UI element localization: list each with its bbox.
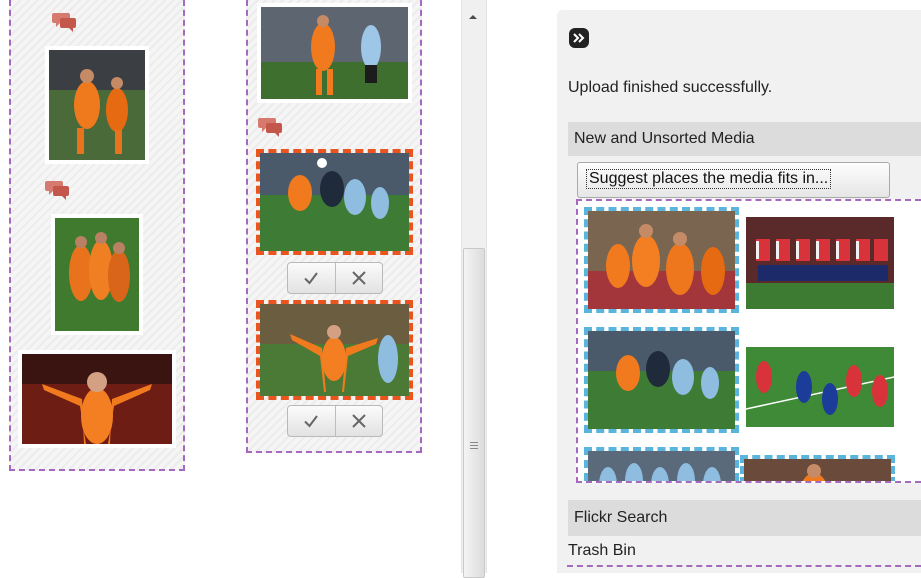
suggest-button-label: Suggest places the media fits in... (586, 169, 832, 189)
selected-media-thumbnail[interactable] (584, 447, 739, 481)
grip-lines-icon (470, 442, 478, 449)
section-title: Flickr Search (574, 509, 668, 526)
selected-media-thumbnail[interactable] (584, 327, 739, 433)
selected-media-thumbnail[interactable] (256, 149, 413, 255)
arrow-up-icon[interactable] (466, 12, 480, 22)
x-icon (352, 414, 366, 428)
checkmark-icon (304, 272, 319, 285)
selected-media-thumbnail[interactable] (256, 300, 413, 400)
suggest-places-button[interactable]: Suggest places the media fits in... (577, 162, 890, 198)
media-thumbnail[interactable] (45, 46, 149, 164)
reject-button[interactable] (334, 263, 383, 293)
comment-bubbles-icon[interactable] (52, 11, 78, 33)
trash-drop-area[interactable] (567, 565, 921, 577)
double-chevron-right-icon[interactable] (569, 28, 589, 48)
x-icon (352, 271, 366, 285)
section-new-unsorted-media[interactable]: New and Unsorted Media (568, 122, 921, 156)
reject-button[interactable] (334, 406, 383, 436)
accept-button[interactable] (288, 406, 335, 436)
comment-bubbles-icon[interactable] (258, 116, 284, 138)
comment-bubbles-icon[interactable] (45, 179, 71, 201)
section-title: New and Unsorted Media (574, 130, 755, 147)
selected-media-thumbnail[interactable] (740, 455, 895, 481)
scrollbar-thumb[interactable] (463, 248, 485, 578)
media-thumbnail[interactable] (18, 350, 176, 448)
upload-status-message: Upload finished successfully. (568, 79, 773, 96)
review-buttons (287, 405, 383, 437)
accept-button[interactable] (288, 263, 335, 293)
media-thumbnail[interactable] (51, 214, 143, 335)
selected-media-thumbnail[interactable] (584, 207, 739, 313)
media-thumbnail[interactable] (257, 3, 412, 103)
section-flickr-search[interactable]: Flickr Search (568, 500, 921, 536)
section-trash-bin[interactable]: Trash Bin (568, 542, 636, 560)
unsorted-media-area[interactable] (576, 199, 921, 483)
media-thumbnail[interactable] (746, 347, 894, 427)
media-thumbnail[interactable] (746, 217, 894, 309)
checkmark-icon (304, 415, 319, 428)
review-buttons (287, 262, 383, 294)
